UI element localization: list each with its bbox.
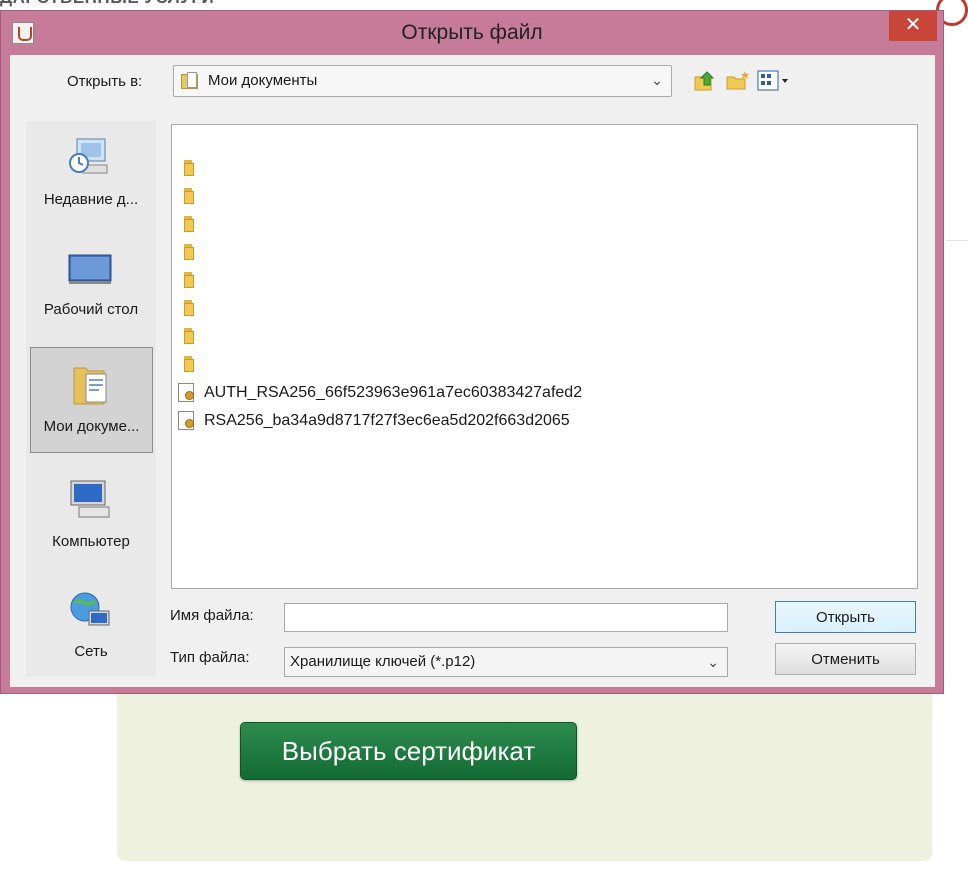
place-label: Компьютер bbox=[52, 533, 130, 550]
places-bar: Недавние д... Рабочий стол Мои докуме...… bbox=[26, 121, 156, 677]
place-network[interactable]: Сеть bbox=[26, 573, 156, 677]
folder-item[interactable] bbox=[176, 183, 194, 209]
folder-icon bbox=[176, 272, 194, 288]
filename-input[interactable] bbox=[284, 603, 728, 632]
folder-item[interactable] bbox=[176, 211, 194, 237]
filetype-dropdown[interactable]: Хранилище ключей (*.p12) ⌄ bbox=[284, 647, 728, 677]
file-list[interactable]: AUTH_RSA256_66f523963e961a7ec60383427afe… bbox=[171, 124, 918, 589]
view-menu-icon[interactable] bbox=[757, 69, 793, 93]
desktop-icon bbox=[68, 254, 112, 284]
cancel-button[interactable]: Отменить bbox=[775, 643, 916, 675]
chevron-down-icon: ⌄ bbox=[707, 654, 719, 670]
dialog-title: Открыть файл bbox=[401, 21, 543, 44]
place-recent[interactable]: Недавние д... bbox=[26, 121, 156, 225]
place-label: Мои докуме... bbox=[43, 418, 140, 435]
chevron-down-icon: ⌄ bbox=[651, 72, 663, 88]
lookin-value: Мои документы bbox=[208, 72, 318, 89]
choose-certificate-button[interactable]: Выбрать сертификат bbox=[240, 722, 577, 780]
background-divider bbox=[946, 240, 968, 241]
place-computer[interactable]: Компьютер bbox=[26, 463, 156, 567]
keystore-file-item[interactable]: AUTH_RSA256_66f523963e961a7ec60383427afe… bbox=[176, 380, 582, 406]
up-one-level-icon[interactable] bbox=[693, 69, 717, 93]
close-button[interactable]: ✕ bbox=[889, 11, 937, 41]
lookin-dropdown[interactable]: Мои документы ⌄ bbox=[173, 65, 672, 97]
folder-item[interactable] bbox=[176, 351, 194, 377]
keystore-file-item[interactable]: RSA256_ba34a9d8717f27f3ec6ea5d202f663d20… bbox=[176, 408, 570, 434]
open-file-dialog: Открыть файл ✕ Открыть в: Мои документы … bbox=[0, 10, 944, 694]
filetype-value: Хранилище ключей (*.p12) bbox=[290, 653, 476, 670]
place-label: Сеть bbox=[74, 643, 108, 660]
my-documents-icon bbox=[73, 367, 107, 405]
filename-label: Имя файла: bbox=[170, 607, 254, 624]
my-documents-small-icon bbox=[181, 72, 201, 90]
folder-icon bbox=[176, 244, 194, 260]
folder-icon bbox=[176, 300, 194, 316]
folder-item[interactable] bbox=[176, 295, 194, 321]
certificate-file-icon bbox=[176, 382, 198, 404]
background-header-text: ДАРСТВЕННЫЕ УСЛУГИ bbox=[0, 0, 214, 8]
computer-icon bbox=[70, 480, 110, 518]
folder-item[interactable] bbox=[176, 323, 194, 349]
dialog-titlebar[interactable]: Открыть файл ✕ bbox=[1, 11, 943, 55]
open-button[interactable]: Открыть bbox=[775, 601, 916, 633]
folder-icon bbox=[176, 216, 194, 232]
lookin-label: Открыть в: bbox=[67, 73, 143, 90]
place-my-documents[interactable]: Мои докуме... bbox=[30, 347, 153, 453]
folder-icon bbox=[176, 160, 194, 176]
folder-icon bbox=[176, 328, 194, 344]
filetype-label: Тип файла: bbox=[170, 649, 250, 666]
place-desktop[interactable]: Рабочий стол bbox=[26, 231, 156, 335]
folder-icon bbox=[176, 188, 194, 204]
network-icon bbox=[70, 592, 110, 626]
new-folder-icon[interactable] bbox=[725, 69, 751, 93]
folder-item[interactable] bbox=[176, 267, 194, 293]
certificate-file-icon bbox=[176, 410, 198, 432]
place-label: Рабочий стол bbox=[43, 301, 139, 318]
place-label: Недавние д... bbox=[43, 191, 139, 208]
folder-item[interactable] bbox=[176, 155, 194, 181]
recent-documents-icon bbox=[69, 138, 108, 174]
dialog-client-area: Открыть в: Мои документы ⌄ Недавние д...… bbox=[10, 55, 935, 687]
folder-item[interactable] bbox=[176, 239, 194, 265]
folder-icon bbox=[176, 356, 194, 372]
